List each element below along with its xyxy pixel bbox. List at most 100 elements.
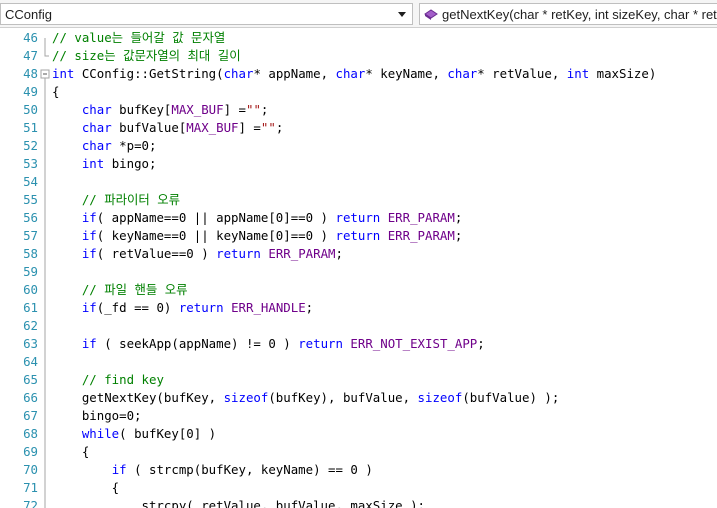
line-number: 69	[23, 444, 38, 459]
code-token: * retValue,	[477, 66, 567, 81]
code-line[interactable]: 46 // value는 들어갈 값 문자열	[0, 29, 717, 47]
outline-line	[44, 317, 46, 335]
method-icon	[424, 9, 438, 20]
outline-line	[44, 425, 46, 443]
code-line[interactable]: 64	[0, 353, 717, 371]
code-line[interactable]: 59	[0, 263, 717, 281]
code-line[interactable]: 61 if(_fd == 0) return ERR_HANDLE;	[0, 299, 717, 317]
keyword: sizeof	[417, 390, 463, 405]
code-token: ;	[275, 120, 284, 135]
code-token: ;	[454, 210, 463, 225]
code-line[interactable]: 71 {	[0, 479, 717, 497]
outline-line	[44, 497, 46, 508]
code-text: // find key	[52, 371, 164, 389]
code-text: if ( seekApp(appName) != 0 ) return ERR_…	[52, 335, 485, 353]
code-text: if( keyName==0 || keyName[0]==0 ) return…	[52, 227, 462, 245]
code-text: int CConfig::GetString(char* appName, ch…	[52, 65, 656, 83]
code-token: (_fd == 0)	[96, 300, 179, 315]
code-line[interactable]: 48 int CConfig::GetString(char* appName, …	[0, 65, 717, 83]
comment: // value는 들어갈 값 문자열	[52, 30, 226, 45]
keyword: char	[81, 102, 112, 117]
keyword: int	[81, 156, 105, 171]
keyword: char	[81, 120, 112, 135]
class-dropdown[interactable]: CConfig	[0, 3, 413, 25]
code-editor[interactable]: 46 // value는 들어갈 값 문자열 47 // size는 값문자열의 최대…	[0, 28, 717, 508]
code-token: ( keyName==0 || keyName[0]==0 )	[96, 228, 336, 243]
code-line[interactable]: 70 if ( strcmp(bufKey, keyName) == 0 )	[0, 461, 717, 479]
outline-line	[44, 245, 46, 263]
keyword: if	[111, 462, 127, 477]
outline-line	[44, 281, 46, 299]
member-dropdown[interactable]: getNextKey(char * retKey, int sizeKey, c…	[419, 3, 717, 25]
outline-line	[44, 299, 46, 317]
code-line[interactable]: 57 if( keyName==0 || keyName[0]==0 ) ret…	[0, 227, 717, 245]
code-line[interactable]: 50 char bufKey[MAX_BUF] ="";	[0, 101, 717, 119]
navigation-bar: CConfig getNextKey(char * retKey, int si…	[0, 0, 717, 28]
line-number: 49	[23, 84, 38, 99]
line-number: 63	[23, 336, 38, 351]
code-text: char bufValue[MAX_BUF] ="";	[52, 119, 283, 137]
line-number: 58	[23, 246, 38, 261]
outline-line	[44, 47, 49, 57]
outline-line	[44, 119, 46, 137]
macro: ERR_PARAM	[268, 246, 336, 261]
code-line[interactable]: 54	[0, 173, 717, 191]
code-text: // 파일 핸들 오류	[52, 281, 188, 299]
code-token: getNextKey(bufKey,	[52, 390, 224, 405]
code-line[interactable]: 67 bingo=0;	[0, 407, 717, 425]
outline-line	[44, 461, 46, 479]
code-line[interactable]: 47 // size는 값문자열의 최대 길이	[0, 47, 717, 65]
code-line[interactable]: 72 strcpy( retValue, bufValue, maxSize )…	[0, 497, 717, 508]
collapse-icon[interactable]	[40, 65, 50, 83]
code-line[interactable]: 63 if ( seekApp(appName) != 0 ) return E…	[0, 335, 717, 353]
code-line[interactable]: 51 char bufValue[MAX_BUF] ="";	[0, 119, 717, 137]
code-text: char *p=0;	[52, 137, 157, 155]
code-line[interactable]: 66 getNextKey(bufKey, sizeof(bufKey), bu…	[0, 389, 717, 407]
keyword: if	[81, 246, 97, 261]
outline-line	[44, 209, 46, 227]
line-number: 72	[23, 498, 38, 508]
code-text: bingo=0;	[52, 407, 142, 425]
keyword: if	[81, 228, 97, 243]
code-token: *p=0;	[111, 138, 157, 153]
line-number: 67	[23, 408, 38, 423]
line-number: 50	[23, 102, 38, 117]
code-token: maxSize)	[589, 66, 657, 81]
code-line[interactable]: 55 // 파라이터 오류	[0, 191, 717, 209]
keyword: if	[81, 300, 97, 315]
macro: MAX_BUF	[171, 102, 224, 117]
code-token: (bufKey), bufValue,	[268, 390, 418, 405]
comment: // 파라이터 오류	[81, 192, 181, 207]
outline-line	[44, 191, 46, 209]
code-line[interactable]: 69 {	[0, 443, 717, 461]
code-token: bingo;	[104, 156, 157, 171]
keyword: if	[81, 210, 97, 225]
code-text: if( appName==0 || appName[0]==0 ) return…	[52, 209, 462, 227]
code-line[interactable]: 49 {	[0, 83, 717, 101]
code-line[interactable]: 68 while( bufKey[0] )	[0, 425, 717, 443]
code-line[interactable]: 56 if( appName==0 || appName[0]==0 ) ret…	[0, 209, 717, 227]
code-line[interactable]: 53 int bingo;	[0, 155, 717, 173]
code-line[interactable]: 60 // 파일 핸들 오류	[0, 281, 717, 299]
line-number: 56	[23, 210, 38, 225]
code-token: {	[52, 444, 90, 459]
code-line[interactable]: 58 if( retValue==0 ) return ERR_PARAM;	[0, 245, 717, 263]
code-line[interactable]: 65 // find key	[0, 371, 717, 389]
line-number: 66	[23, 390, 38, 405]
keyword: if	[81, 336, 97, 351]
chevron-down-icon[interactable]	[394, 4, 410, 24]
code-line[interactable]: 62	[0, 317, 717, 335]
code-text: // value는 들어갈 값 문자열	[52, 29, 225, 47]
member-dropdown-value: getNextKey(char * retKey, int sizeKey, c…	[442, 6, 717, 22]
code-text: if(_fd == 0) return ERR_HANDLE;	[52, 299, 313, 317]
line-number: 51	[23, 120, 38, 135]
code-line[interactable]: 52 char *p=0;	[0, 137, 717, 155]
